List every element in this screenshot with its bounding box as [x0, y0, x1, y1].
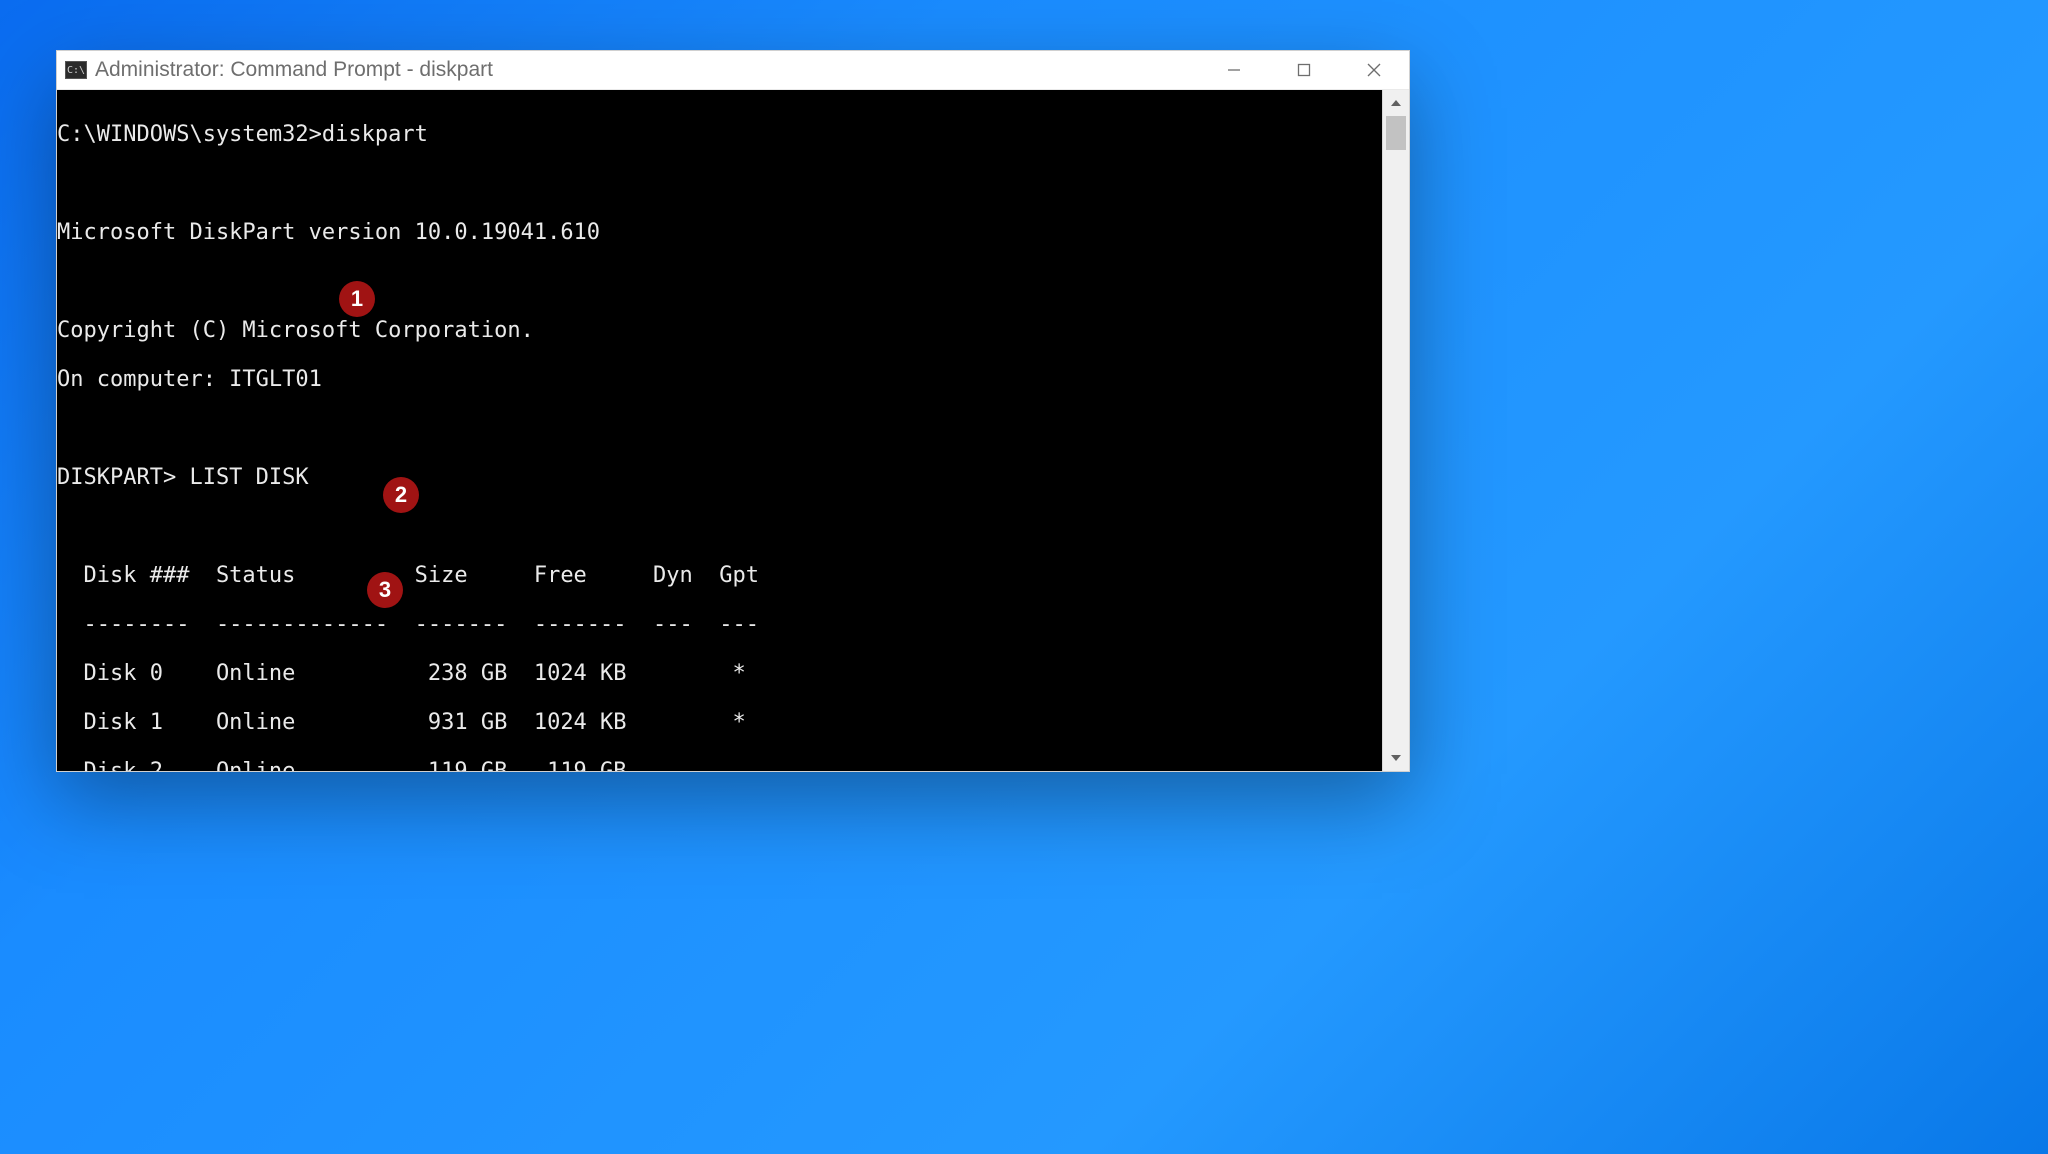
- maximize-icon: [1297, 63, 1311, 77]
- terminal-blank: [57, 515, 1380, 540]
- terminal-line: On computer: ITGLT01: [57, 368, 1380, 393]
- scroll-down-arrow-icon[interactable]: [1383, 745, 1409, 771]
- minimize-icon: [1227, 63, 1241, 77]
- terminal-blank: [57, 417, 1380, 442]
- annotation-badge-3: 3: [367, 572, 403, 608]
- terminal-line: Microsoft DiskPart version 10.0.19041.61…: [57, 221, 1380, 246]
- terminal-line: Copyright (C) Microsoft Corporation.: [57, 319, 1380, 344]
- close-icon: [1367, 63, 1381, 77]
- disk-table-row: Disk 1 Online 931 GB 1024 KB *: [57, 711, 1380, 736]
- close-button[interactable]: [1339, 51, 1409, 89]
- window-controls: [1199, 51, 1409, 89]
- window-title: Administrator: Command Prompt - diskpart: [95, 58, 1199, 82]
- disk-table-row: Disk 2 Online 119 GB 119 GB: [57, 760, 1380, 772]
- disk-table-divider: -------- ------------- ------- ------- -…: [57, 613, 1380, 638]
- vertical-scrollbar[interactable]: [1382, 90, 1409, 771]
- terminal-blank: [57, 172, 1380, 197]
- terminal-blank: [57, 270, 1380, 295]
- minimize-button[interactable]: [1199, 51, 1269, 89]
- scroll-up-arrow-icon[interactable]: [1383, 90, 1409, 116]
- maximize-button[interactable]: [1269, 51, 1339, 89]
- annotation-badge-2: 2: [383, 477, 419, 513]
- desktop-background: C:\ Administrator: Command Prompt - disk…: [0, 0, 2048, 1154]
- disk-table-row: Disk 0 Online 238 GB 1024 KB *: [57, 662, 1380, 687]
- disk-table-header: Disk ### Status Size Free Dyn Gpt: [57, 564, 1380, 589]
- terminal-command-list-disk: DISKPART> LIST DISK: [57, 466, 1380, 491]
- window-client-area: C:\WINDOWS\system32>diskpart Microsoft D…: [57, 90, 1409, 771]
- terminal-line: C:\WINDOWS\system32>diskpart: [57, 123, 1380, 148]
- window-titlebar[interactable]: C:\ Administrator: Command Prompt - disk…: [57, 51, 1409, 90]
- command-prompt-window: C:\ Administrator: Command Prompt - disk…: [56, 50, 1410, 772]
- cmd-icon: C:\: [65, 61, 87, 79]
- terminal-output[interactable]: C:\WINDOWS\system32>diskpart Microsoft D…: [57, 90, 1382, 771]
- scroll-thumb[interactable]: [1386, 116, 1406, 150]
- annotation-badge-1: 1: [339, 281, 375, 317]
